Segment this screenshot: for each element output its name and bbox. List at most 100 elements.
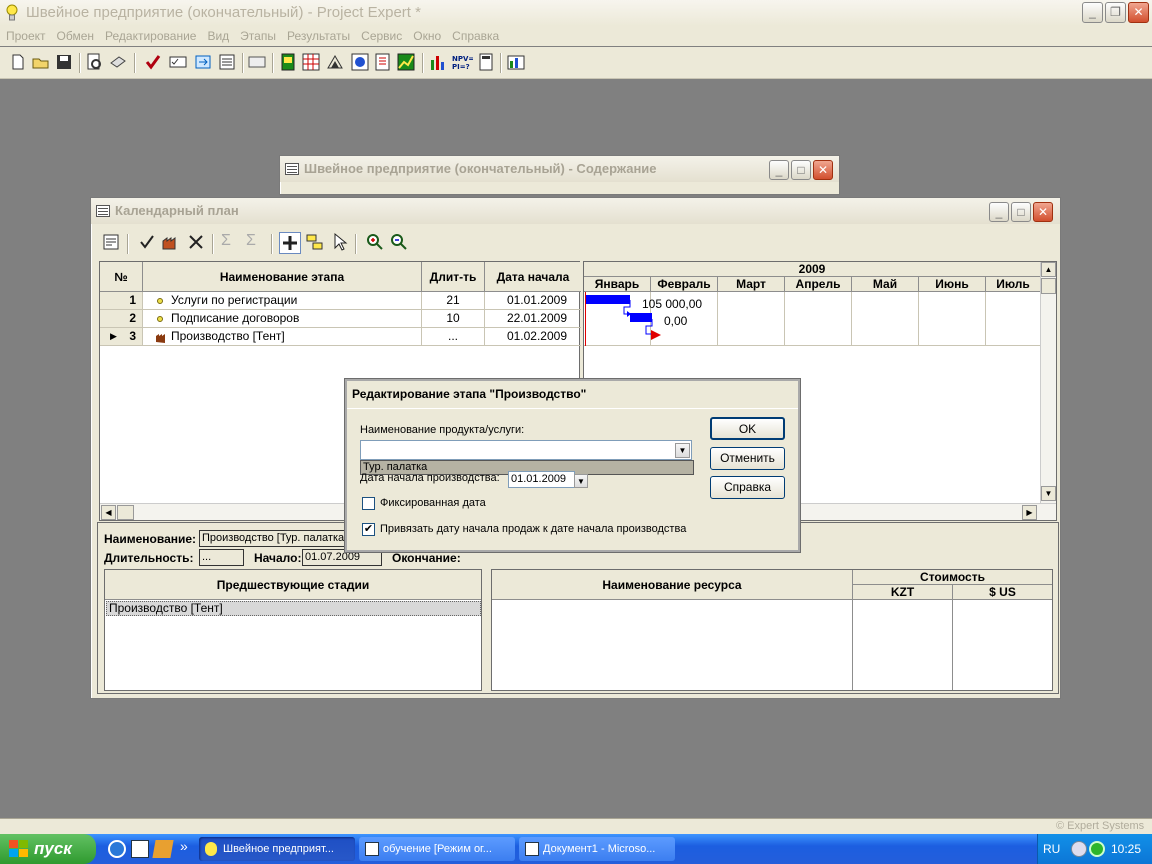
scroll-up-icon[interactable]: ▲	[1041, 262, 1056, 277]
help-button[interactable]: Справка	[710, 476, 785, 499]
chevron-down-icon[interactable]: ▼	[675, 443, 690, 458]
check-icon[interactable]	[137, 232, 157, 252]
scroll-thumb[interactable]	[1041, 278, 1056, 294]
explorer-icon[interactable]	[131, 840, 149, 858]
graph-icon[interactable]	[396, 52, 416, 72]
check-icon[interactable]	[143, 52, 163, 72]
duration-field[interactable]: ...	[199, 549, 244, 566]
menu-stages[interactable]: Этапы	[234, 26, 281, 43]
milestone-icon[interactable]	[650, 329, 662, 341]
link-date-label[interactable]: Привязать дату начала продаж к дате нача…	[380, 523, 686, 535]
stats-icon[interactable]	[506, 52, 526, 72]
contents-maximize-button[interactable]: □	[791, 160, 811, 180]
text-icon[interactable]	[217, 52, 237, 72]
calendar-close-button[interactable]: ✕	[1033, 202, 1053, 222]
calendar-minimize-button[interactable]: _	[989, 202, 1009, 222]
scroll-left-icon[interactable]: ◀	[101, 505, 116, 520]
table-row[interactable]: Производство [Тент]	[143, 328, 422, 346]
start-button[interactable]: пуск	[0, 834, 96, 864]
contents-window[interactable]: Швейное предприятие (окончательный) - Со…	[279, 155, 840, 195]
row-number[interactable]: ▶ 3	[100, 328, 143, 346]
table-row[interactable]: Подписание договоров	[143, 310, 422, 328]
task-word-training[interactable]: обучение [Режим ог...	[359, 837, 515, 861]
group-icon[interactable]	[305, 232, 325, 252]
col-header-start[interactable]: Дата начала	[485, 262, 581, 292]
menu-project[interactable]: Проект	[0, 26, 51, 43]
table-row[interactable]: Услуги по регистрации	[143, 292, 422, 310]
cancel-button[interactable]: Отменить	[710, 447, 785, 470]
ok-button[interactable]: OK	[710, 417, 785, 440]
factory-icon[interactable]	[161, 232, 181, 252]
contents-minimize-button[interactable]: _	[769, 160, 789, 180]
stage-duration[interactable]: 10	[422, 310, 485, 328]
new-icon[interactable]	[8, 52, 28, 72]
properties-icon[interactable]	[101, 232, 121, 252]
stage-duration[interactable]: ...	[422, 328, 485, 346]
menu-exchange[interactable]: Обмен	[51, 26, 100, 43]
open-icon[interactable]	[31, 52, 51, 72]
chevron-right-icon[interactable]: »	[180, 838, 188, 854]
calendar-window-title-bar[interactable]: Календарный план	[91, 198, 1060, 224]
close-button[interactable]: ✕	[1128, 2, 1149, 23]
delete-icon[interactable]	[186, 232, 206, 252]
link-date-checkbox[interactable]: ✔	[362, 523, 375, 536]
menu-view[interactable]: Вид	[201, 26, 234, 43]
pointer-icon[interactable]	[330, 232, 350, 252]
exchange-icon[interactable]	[193, 52, 213, 72]
print-icon[interactable]	[108, 52, 128, 72]
scroll-down-icon[interactable]: ▼	[1041, 486, 1056, 501]
menu-window[interactable]: Окно	[407, 26, 446, 43]
zoom-out-icon[interactable]	[389, 232, 409, 252]
report-icon[interactable]	[247, 52, 267, 72]
sum-right-icon[interactable]: Σ	[246, 232, 266, 252]
sum-left-icon[interactable]: Σ	[221, 232, 241, 252]
col-header-duration[interactable]: Длит-ть	[422, 262, 485, 292]
edit-stage-dialog[interactable]: Редактирование этапа "Производство" Наим…	[344, 378, 801, 553]
task-word-document[interactable]: Документ1 - Microso...	[519, 837, 675, 861]
edit-icon[interactable]	[373, 52, 393, 72]
language-indicator[interactable]: RU	[1043, 842, 1060, 856]
npv-icon[interactable]: NPV=?PI=?	[451, 52, 478, 72]
product-select[interactable]	[360, 440, 692, 460]
network-icon[interactable]	[1089, 841, 1105, 857]
bars-icon[interactable]	[428, 52, 448, 72]
menu-service[interactable]: Сервис	[355, 26, 407, 43]
globe-icon[interactable]	[350, 52, 370, 72]
name-field[interactable]: Производство [Тур. палатка	[199, 530, 349, 547]
calendar-maximize-button[interactable]: □	[1011, 202, 1031, 222]
fixed-date-label[interactable]: Фиксированная дата	[380, 497, 486, 509]
calc-icon[interactable]	[476, 52, 496, 72]
stage-start[interactable]: 01.01.2009	[485, 292, 581, 310]
minimize-button[interactable]: _	[1082, 2, 1103, 23]
folder-icon[interactable]	[152, 840, 174, 858]
stage-duration[interactable]: 21	[422, 292, 485, 310]
ie-icon[interactable]	[108, 840, 126, 858]
add-stage-icon[interactable]	[279, 232, 301, 254]
col-header-name[interactable]: Наименование этапа	[143, 262, 422, 292]
chevron-down-icon[interactable]: ▼	[574, 474, 588, 488]
row-number[interactable]: 2	[100, 310, 143, 328]
gantt-v-scrollbar[interactable]: ▲ ▼	[1040, 262, 1056, 503]
maximize-button[interactable]: ❐	[1105, 2, 1126, 23]
col-header-num[interactable]: №	[100, 262, 143, 292]
back-arrow-icon[interactable]	[1071, 841, 1087, 857]
preview-icon[interactable]	[85, 52, 105, 72]
menu-results[interactable]: Результаты	[281, 26, 355, 43]
clock[interactable]: 10:25	[1111, 842, 1141, 856]
fixed-date-checkbox[interactable]	[362, 497, 375, 510]
checklist-icon[interactable]	[168, 52, 188, 72]
app-title-bar[interactable]: Швейное предприятие (окончательный) - Pr…	[0, 0, 1152, 26]
stage-start[interactable]: 01.02.2009	[485, 328, 581, 346]
menu-help[interactable]: Справка	[446, 26, 504, 43]
start-date-input[interactable]: 01.01.2009	[508, 471, 575, 488]
task-project-expert[interactable]: Швейное предприят...	[199, 837, 355, 861]
book-icon[interactable]	[278, 52, 298, 72]
contents-window-title-bar[interactable]: Швейное предприятие (окончательный) - Со…	[280, 156, 839, 182]
dialog-title[interactable]: Редактирование этапа "Производство"	[347, 381, 798, 408]
stage-start[interactable]: 22.01.2009	[485, 310, 581, 328]
analysis-icon[interactable]	[325, 52, 345, 72]
contents-close-button[interactable]: ✕	[813, 160, 833, 180]
chart-icon[interactable]	[301, 52, 321, 72]
scroll-thumb[interactable]	[117, 505, 134, 520]
row-number[interactable]: 1	[100, 292, 143, 310]
